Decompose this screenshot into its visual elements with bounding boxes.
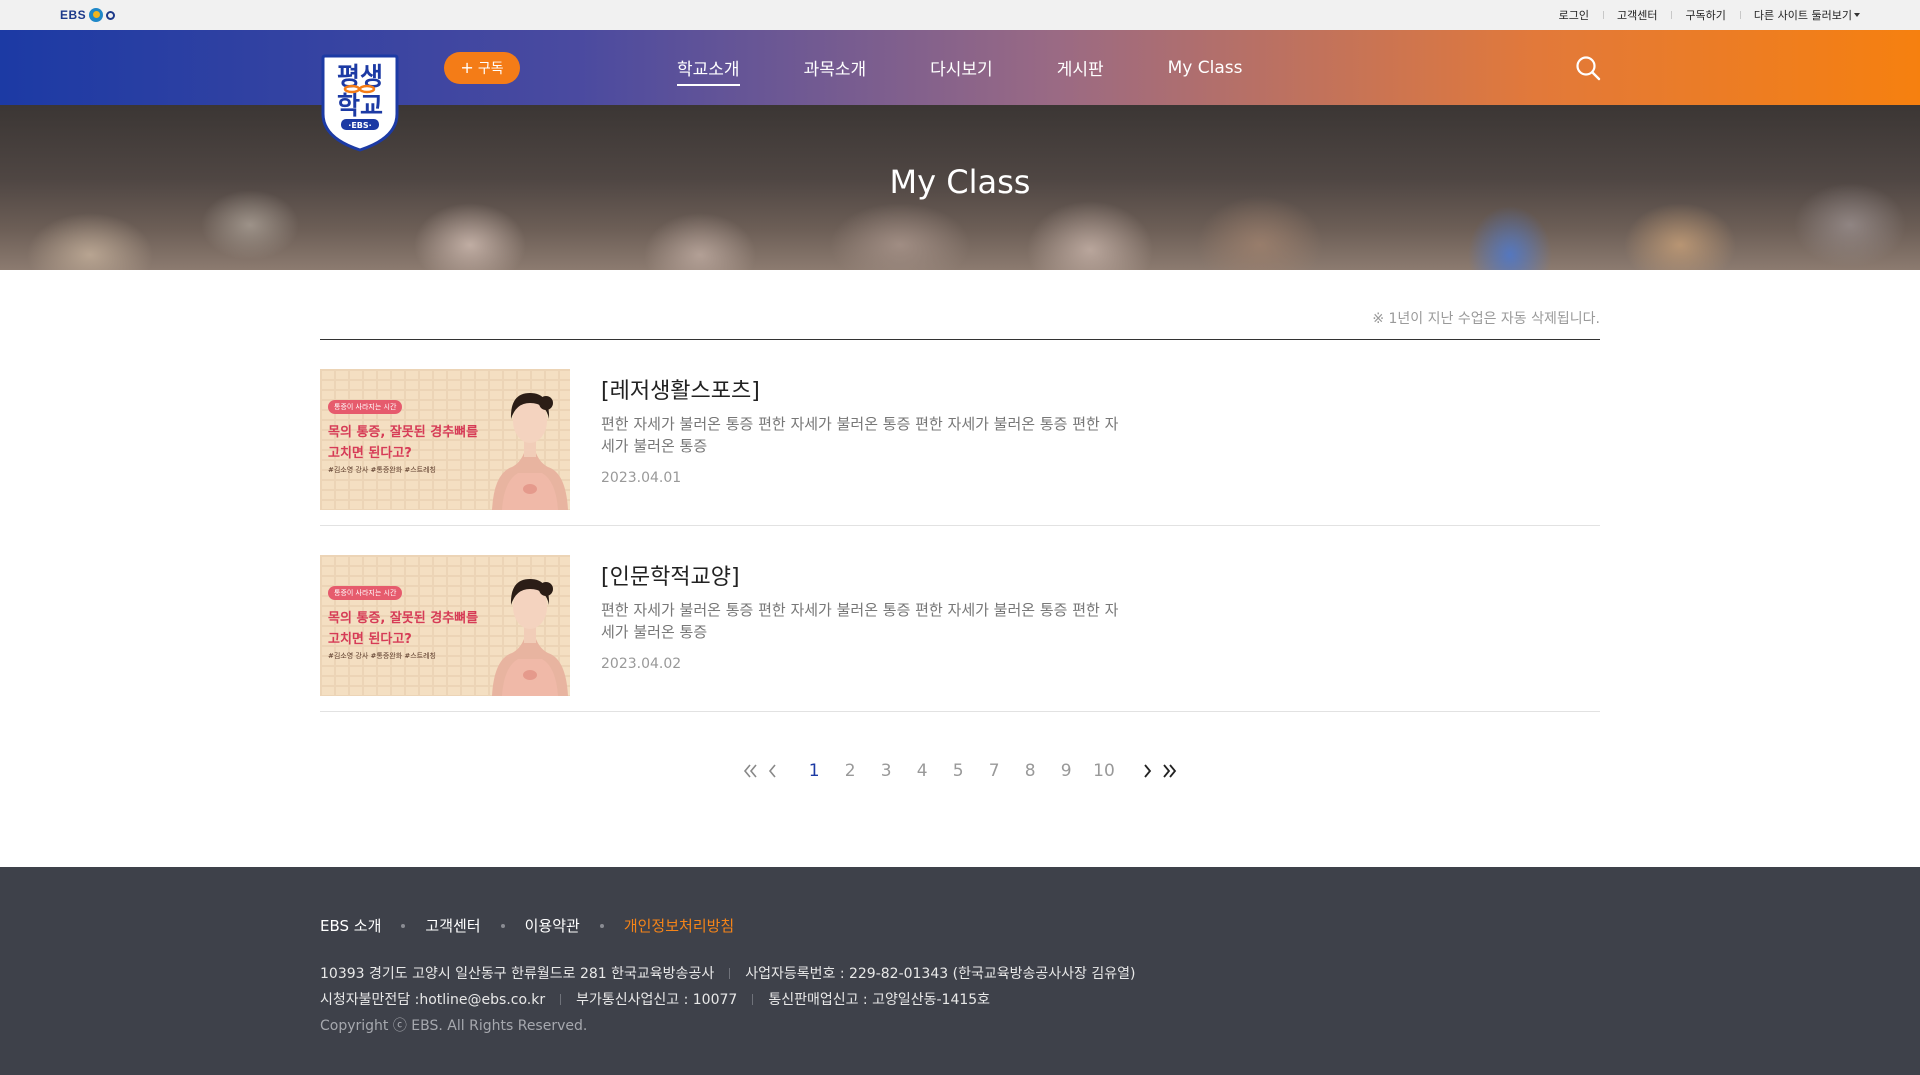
school-logo[interactable]: 평생 학교 ·EBS·	[319, 52, 401, 152]
subscribe-link[interactable]: 구독하기	[1671, 7, 1739, 23]
class-title[interactable]: [레저생활스포츠]	[601, 373, 760, 405]
other-sites-dropdown[interactable]: 다른 사이트 둘러보기	[1739, 7, 1860, 23]
thumbnail-subheadline: 고치면 된다고?	[328, 632, 412, 647]
plus-icon: +	[460, 58, 474, 77]
footer-copyright: Copyright ⓒ EBS. All Rights Reserved.	[320, 1018, 588, 1034]
login-link[interactable]: 로그인	[1545, 7, 1603, 23]
caret-down-icon	[1854, 13, 1860, 17]
thumbnail-headline: 목의 통증, 잘못된 경추뼈를	[328, 425, 479, 440]
nav-replay[interactable]: 다시보기	[930, 55, 993, 80]
utility-bar: EBS 로그인 고객센터 구독하기 다른 사이트 둘러보기	[0, 0, 1920, 30]
footer-links: EBS 소개 고객센터 이용약관 개인정보처리방침	[320, 915, 734, 936]
footer-address: 10393 경기도 고양시 일산동구 한류월드로 281 한국교육방송공사	[320, 966, 715, 982]
footer-divider	[752, 993, 754, 1005]
auto-delete-notice: ※ 1년이 지난 수업은 자동 삭제됩니다.	[1372, 311, 1600, 327]
nav-board[interactable]: 게시판	[1057, 55, 1104, 80]
class-title[interactable]: [인문학적교양]	[601, 559, 740, 591]
footer-dot-separator	[599, 923, 604, 928]
page-number[interactable]: 8	[1021, 761, 1039, 781]
instructor-figure	[492, 579, 568, 696]
instructor-figure	[492, 393, 568, 510]
first-page-icon[interactable]	[740, 760, 762, 782]
thumbnail-tags: #김소영 강사 #통증완화 #스트레칭	[328, 652, 436, 660]
class-list-item: 통증이 사라지는 시간 목의 통증, 잘못된 경추뼈를 고치면 된다고? #김소…	[320, 526, 1600, 712]
search-icon[interactable]	[1575, 55, 1601, 81]
school-logo-line2: 학교	[337, 91, 383, 120]
footer-link-ebs-intro[interactable]: EBS 소개	[320, 915, 381, 936]
footer-link-privacy[interactable]: 개인정보처리방침	[624, 915, 734, 936]
nav-subject-intro[interactable]: 과목소개	[804, 55, 867, 80]
next-page-icon[interactable]	[1136, 760, 1158, 782]
thumbnail-badge: 통증이 사라지는 시간	[328, 586, 403, 600]
ebs-logo-text: EBS	[60, 8, 87, 22]
footer-dot-separator	[401, 923, 406, 928]
utility-links: 로그인 고객센터 구독하기 다른 사이트 둘러보기	[1545, 0, 1860, 30]
nav-my-class[interactable]: My Class	[1168, 58, 1243, 78]
page-number[interactable]: 5	[949, 761, 967, 781]
page-number[interactable]: 1	[805, 761, 823, 781]
hero-banner: My Class	[0, 105, 1920, 270]
footer-dot-separator	[500, 923, 505, 928]
thumbnail-headline: 목의 통증, 잘못된 경추뼈를	[328, 611, 479, 626]
page-title: My Class	[889, 163, 1031, 201]
page-number[interactable]: 9	[1057, 761, 1075, 781]
footer-divider	[729, 967, 731, 979]
class-description: 편한 자세가 불러온 통증 편한 자세가 불러온 통증 편한 자세가 불러온 통…	[601, 415, 1119, 455]
footer-hotline: 시청자불만전담 :hotline@ebs.co.kr	[320, 992, 546, 1008]
footer-link-customer-center[interactable]: 고객센터	[425, 915, 480, 936]
class-list-item: 통증이 사라지는 시간 목의 통증, 잘못된 경추뼈를 고치면 된다고? #김소…	[320, 340, 1600, 526]
footer-divider	[560, 993, 562, 1005]
class-description: 편한 자세가 불러온 통증 편한 자세가 불러온 통증 편한 자세가 불러온 통…	[601, 601, 1119, 641]
footer-link-terms[interactable]: 이용약관	[525, 915, 580, 936]
subscribe-label: 구독	[477, 61, 504, 77]
footer-contact-info: 시청자불만전담 :hotline@ebs.co.kr 부가통신사업신고 : 10…	[320, 989, 990, 1009]
customer-center-link[interactable]: 고객센터	[1602, 7, 1671, 23]
page-number[interactable]: 3	[877, 761, 895, 781]
school-logo-badge: ·EBS·	[348, 121, 371, 130]
prev-page-icon[interactable]	[762, 760, 784, 782]
other-sites-label: 다른 사이트 둘러보기	[1753, 9, 1852, 22]
site-footer: EBS 소개 고객센터 이용약관 개인정보처리방침 10393 경기도 고양시 …	[0, 867, 1920, 1075]
pagination: 1 2 3 4 5 7 8 9 10	[0, 760, 1920, 782]
ebs-logo-mark-icon	[89, 8, 104, 22]
last-page-icon[interactable]	[1158, 760, 1180, 782]
page-number[interactable]: 7	[985, 761, 1003, 781]
page-number[interactable]: 2	[841, 761, 859, 781]
footer-company-info: 10393 경기도 고양시 일산동구 한류월드로 281 한국교육방송공사 사업…	[320, 963, 1135, 983]
thumbnail-badge: 통증이 사라지는 시간	[328, 400, 403, 414]
thumbnail-subheadline: 고치면 된다고?	[328, 446, 412, 461]
footer-business-no: 사업자등록번호 : 229-82-01343 (한국교육방송공사사장 김유열)	[745, 966, 1136, 982]
class-date: 2023.04.01	[601, 470, 682, 486]
thumbnail-tags: #김소영 강사 #통증완화 #스트레칭	[328, 466, 436, 474]
nav-school-intro[interactable]: 학교소개	[677, 55, 740, 86]
class-date: 2023.04.02	[601, 656, 682, 672]
footer-ecommerce-report: 통신판매업신고 : 고양일산동-1415호	[768, 992, 991, 1008]
class-thumbnail[interactable]: 통증이 사라지는 시간 목의 통증, 잘못된 경추뼈를 고치면 된다고? #김소…	[320, 369, 570, 510]
subscribe-button[interactable]: + 구독	[444, 52, 520, 84]
class-thumbnail[interactable]: 통증이 사라지는 시간 목의 통증, 잘못된 경추뼈를 고치면 된다고? #김소…	[320, 555, 570, 696]
page-number[interactable]: 4	[913, 761, 931, 781]
ebs-logo-ring-icon	[106, 10, 116, 20]
footer-vas-report: 부가통신사업신고 : 10077	[576, 992, 738, 1008]
page-number[interactable]: 10	[1093, 761, 1115, 781]
main-nav: 학교소개 과목소개 다시보기 게시판 My Class	[677, 30, 1306, 105]
ebs-logo[interactable]: EBS	[60, 8, 116, 22]
